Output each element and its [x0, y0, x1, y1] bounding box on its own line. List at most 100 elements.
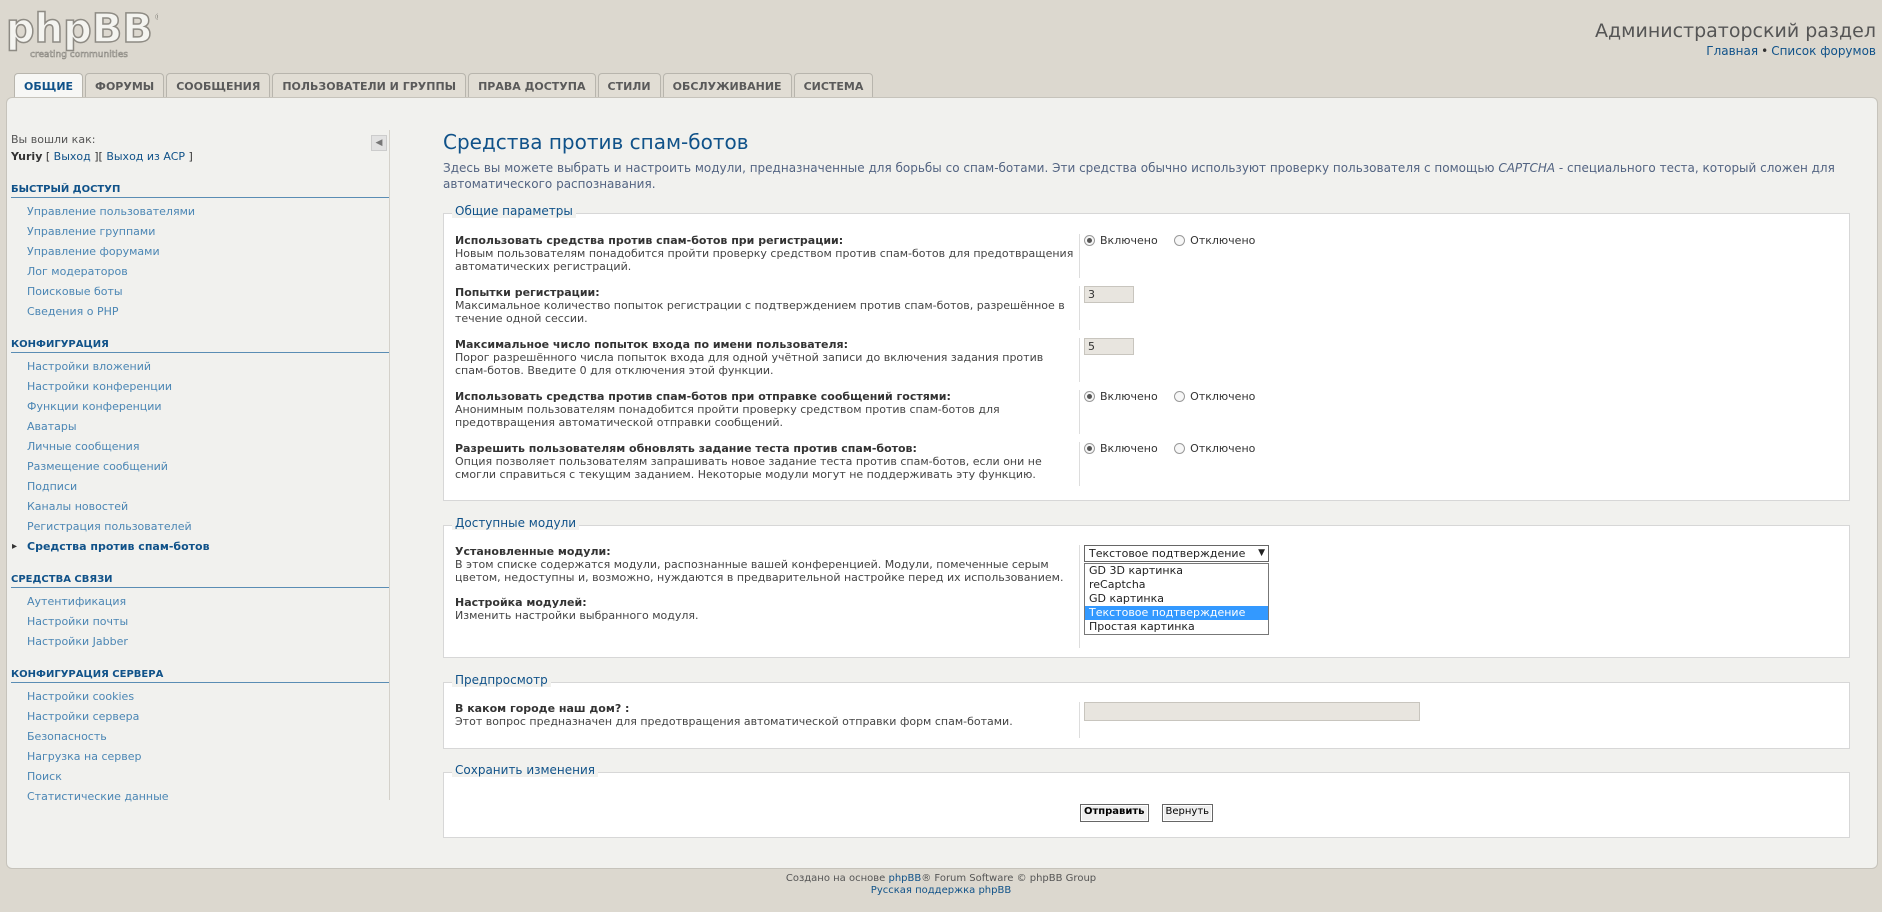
radio-disabled[interactable]: Отключено: [1174, 390, 1255, 403]
menu-list-communication: Аутентификация Настройки почты Настройки…: [11, 592, 389, 652]
save-legend: Сохранить изменения: [452, 763, 599, 777]
sidebar-item-php-info[interactable]: Сведения о PHP: [11, 302, 389, 322]
setting-title: Попытки регистрации:: [455, 286, 600, 299]
sidebar-item-avatars[interactable]: Аватары: [11, 417, 389, 437]
sidebar-item-board-features[interactable]: Функции конференции: [11, 397, 389, 417]
general-settings-fieldset: Общие параметры Использовать средства пр…: [443, 204, 1850, 501]
select-value: Текстовое подтверждение: [1089, 547, 1246, 560]
tab-forums[interactable]: Форумы: [85, 73, 165, 98]
top-links: Главная • Список форумов: [1706, 44, 1876, 58]
radio-enabled[interactable]: Включено: [1084, 390, 1158, 403]
sidebar-item-load[interactable]: Нагрузка на сервер: [11, 747, 389, 767]
sidebar-item-feeds[interactable]: Каналы новостей: [11, 497, 389, 517]
sidebar-item-search[interactable]: Поиск: [11, 767, 389, 787]
tab-styles[interactable]: Стили: [597, 73, 661, 98]
page-title: Средства против спам-ботов: [443, 130, 749, 154]
sidebar-item-authentication[interactable]: Аутентификация: [11, 592, 389, 612]
menu-list-quick-access: Управление пользователями Управление гру…: [11, 202, 389, 322]
radio-unchecked-icon: [1174, 391, 1186, 402]
radio-enabled[interactable]: Включено: [1084, 234, 1158, 247]
captcha-module-select[interactable]: Текстовое подтверждение ▼: [1084, 545, 1269, 562]
sidebar: Вы вошли как: Yuriy [ Выход ][ Выход из …: [11, 133, 389, 807]
option-gd-3d[interactable]: GD 3D картинка: [1085, 564, 1268, 578]
menu-list-server: Настройки cookies Настройки сервера Безо…: [11, 687, 389, 807]
option-gd[interactable]: GD картинка: [1085, 592, 1268, 606]
sidebar-item-search-bots[interactable]: Поисковые боты: [11, 282, 389, 302]
radio-label: Отключено: [1190, 234, 1256, 247]
tab-posting[interactable]: Сообщения: [166, 73, 271, 98]
forum-list-link[interactable]: Список форумов: [1771, 44, 1876, 58]
sidebar-item-private-messages[interactable]: Личные сообщения: [11, 437, 389, 457]
footer: Создано на основе phpBB® Forum Software …: [0, 873, 1882, 897]
radio-unchecked-icon: [1174, 443, 1186, 454]
radio-disabled[interactable]: Отключено: [1174, 442, 1255, 455]
footer-line-1: Создано на основе phpBB® Forum Software …: [0, 873, 1882, 885]
sidebar-item-spambot[interactable]: Средства против спам-ботов: [11, 537, 389, 557]
save-buttons: Отправить Вернуть: [444, 804, 1849, 822]
save-fieldset: Сохранить изменения Отправить Вернуть: [443, 763, 1850, 838]
sidebar-item-manage-groups[interactable]: Управление группами: [11, 222, 389, 242]
sidebar-item-mod-log[interactable]: Лог модераторов: [11, 262, 389, 282]
description-text-1: Здесь вы можете выбрать и настроить моду…: [443, 161, 1499, 175]
preview-row: В каком городе наш дом? : Этот вопрос пр…: [455, 702, 1845, 738]
description-captcha: CAPTCHA: [1498, 161, 1556, 175]
menu-list-configuration: Настройки вложений Настройки конференции…: [11, 357, 389, 557]
radio-label: Отключено: [1190, 390, 1256, 403]
russian-support-link[interactable]: Русская поддержка phpBB: [0, 885, 1882, 897]
sidebar-item-board-settings[interactable]: Настройки конференции: [11, 377, 389, 397]
sidebar-item-registration[interactable]: Регистрация пользователей: [11, 517, 389, 537]
option-recaptcha[interactable]: reCaptcha: [1085, 578, 1268, 592]
sidebar-item-statistics[interactable]: Статистические данные: [11, 787, 389, 807]
setting-reg-attempts: Попытки регистрации: Максимальное количе…: [455, 286, 1845, 330]
sidebar-item-manage-users[interactable]: Управление пользователями: [11, 202, 389, 222]
phpbb-link[interactable]: phpBB: [888, 873, 921, 884]
menu-section-quick-access: Быстрый доступ: [11, 184, 389, 198]
sidebar-item-server-settings[interactable]: Настройки сервера: [11, 707, 389, 727]
logout-link[interactable]: Выход: [54, 150, 91, 163]
general-settings-legend: Общие параметры: [452, 204, 576, 218]
preview-fieldset: Предпросмотр В каком городе наш дом? : Э…: [443, 673, 1850, 749]
preview-question: В каком городе наш дом? :: [455, 702, 630, 715]
reset-button[interactable]: Вернуть: [1161, 804, 1214, 822]
leave-acp-link[interactable]: Выход из ACP: [106, 150, 185, 163]
sidebar-item-security[interactable]: Безопасность: [11, 727, 389, 747]
login-attempts-input[interactable]: 5: [1084, 338, 1134, 355]
tab-permissions[interactable]: Права доступа: [468, 73, 596, 98]
radio-label: Включено: [1100, 442, 1158, 455]
sidebar-item-posting[interactable]: Размещение сообщений: [11, 457, 389, 477]
collapse-sidebar-icon[interactable]: ◀: [371, 135, 387, 151]
tab-general[interactable]: Общие: [14, 73, 84, 99]
radio-disabled[interactable]: Отключено: [1174, 234, 1255, 247]
link-separator: •: [1761, 44, 1769, 58]
sidebar-item-jabber[interactable]: Настройки Jabber: [11, 632, 389, 652]
home-link[interactable]: Главная: [1706, 44, 1758, 58]
sidebar-item-email[interactable]: Настройки почты: [11, 612, 389, 632]
module-config-title: Настройка модулей:: [455, 596, 587, 609]
preview-answer-input[interactable]: [1084, 702, 1420, 721]
setting-refresh-captcha: Разрешить пользователям обновлять задани…: [455, 442, 1845, 486]
setting-title: Использовать средства против спам-ботов …: [455, 234, 844, 247]
radio-label: Отключено: [1190, 442, 1256, 455]
tab-system[interactable]: Система: [793, 73, 874, 98]
option-qa[interactable]: Текстовое подтверждение: [1085, 606, 1268, 620]
acp-title: Администраторский раздел: [1595, 20, 1876, 42]
phpbb-logo[interactable]: phpBB ® creating communities: [5, 5, 163, 62]
sidebar-item-cookies[interactable]: Настройки cookies: [11, 687, 389, 707]
tab-maintenance[interactable]: Обслуживание: [662, 73, 792, 98]
reg-attempts-input[interactable]: 3: [1084, 286, 1134, 303]
footer-text: ® Forum Software © phpBB Group: [921, 873, 1097, 884]
modules-legend: Доступные модули: [452, 516, 580, 530]
menu-section-communication: Средства связи: [11, 574, 389, 588]
radio-enabled[interactable]: Включено: [1084, 442, 1158, 455]
sidebar-item-signatures[interactable]: Подписи: [11, 477, 389, 497]
radio-unchecked-icon: [1174, 235, 1186, 246]
option-nogd[interactable]: Простая картинка: [1085, 620, 1268, 634]
setting-title: Максимальное число попыток входа по имен…: [455, 338, 848, 351]
submit-button[interactable]: Отправить: [1079, 804, 1149, 822]
main-tabs: Общие Форумы Сообщения Пользователи и гр…: [14, 73, 874, 99]
setting-explain: Максимальное количество попыток регистра…: [455, 299, 1065, 325]
sidebar-item-attachments[interactable]: Настройки вложений: [11, 357, 389, 377]
menu-section-server: Конфигурация сервера: [11, 669, 389, 683]
tab-users-groups[interactable]: Пользователи и группы: [272, 73, 467, 98]
sidebar-item-manage-forums[interactable]: Управление форумами: [11, 242, 389, 262]
